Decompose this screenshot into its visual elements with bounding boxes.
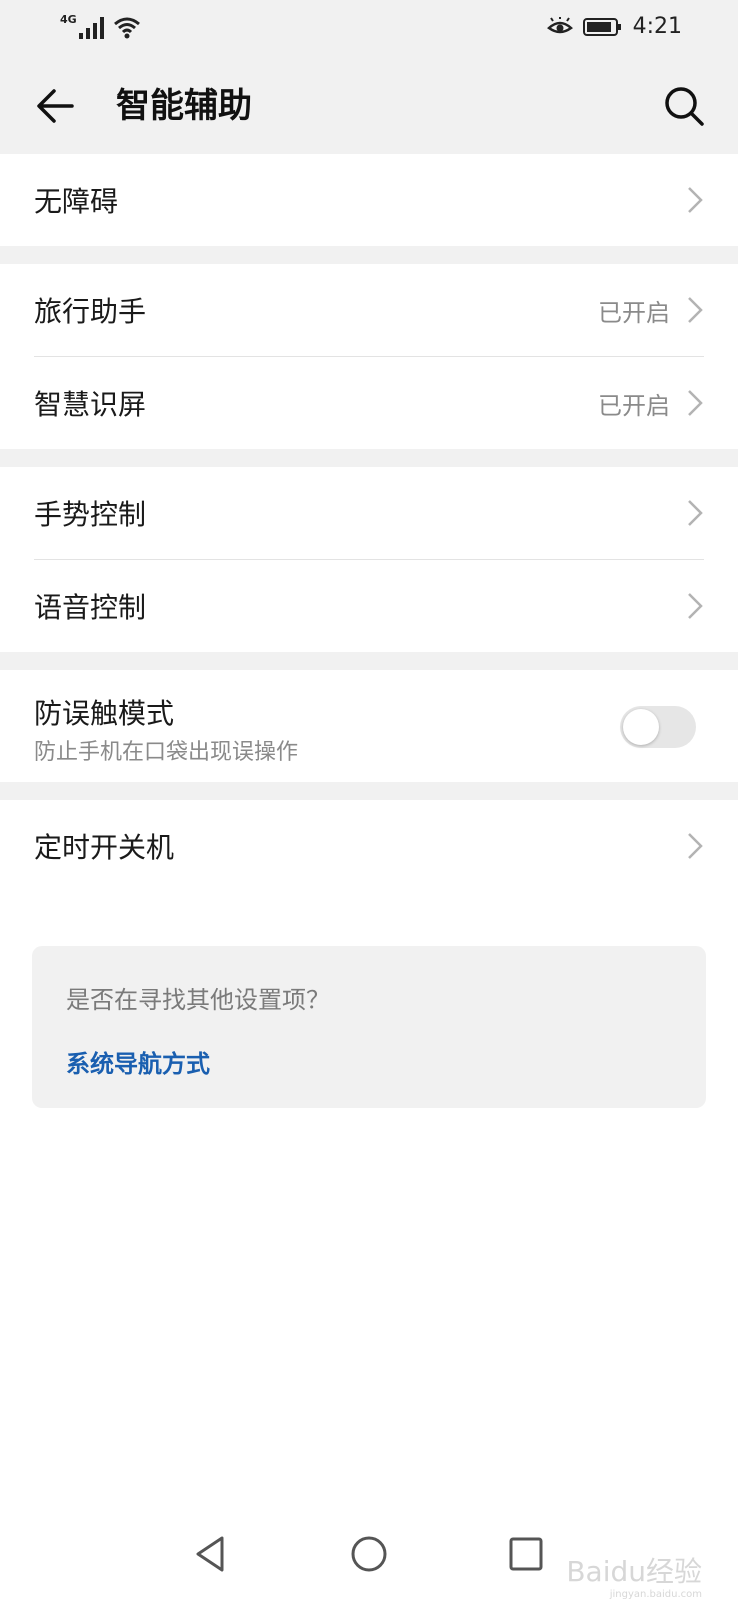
chevron-right-icon xyxy=(688,187,703,213)
group-controls: 手势控制 语音控制 xyxy=(0,467,738,652)
group-scheduled-power: 定时开关机 xyxy=(0,800,738,892)
watermark-text: Baidu经验 xyxy=(566,1555,702,1588)
app-bar: 智能辅助 xyxy=(0,56,738,154)
chevron-right-icon xyxy=(688,500,703,526)
status-bar: 4G 4:21 xyxy=(0,0,738,56)
row-label: 旅行助手 xyxy=(34,295,147,328)
row-label: 智慧识屏 xyxy=(34,388,147,421)
system-navigation-link[interactable]: 系统导航方式 xyxy=(66,1044,210,1079)
system-nav-bar: Baidu经验 jingyan.baidu.com xyxy=(0,1520,738,1600)
settings-list: 无障碍 旅行助手 已开启 智慧识屏 已开启 手势控制 语音控制 防误触模式 防止… xyxy=(0,154,738,892)
baidu-watermark: Baidu经验 jingyan.baidu.com xyxy=(566,1550,702,1600)
group-separator xyxy=(0,782,738,800)
row-gesture-control[interactable]: 手势控制 xyxy=(0,467,738,559)
watermark-subtext: jingyan.baidu.com xyxy=(609,1589,702,1600)
status-left: 4G xyxy=(60,14,141,39)
battery-icon xyxy=(582,17,621,36)
group-anti-mistouch: 防误触模式 防止手机在口袋出现误操作 xyxy=(0,670,738,782)
nav-recents-icon[interactable] xyxy=(502,1530,550,1578)
clock: 4:21 xyxy=(632,14,682,39)
anti-mistouch-toggle[interactable] xyxy=(620,706,696,748)
row-label: 防误触模式 xyxy=(34,697,175,730)
status-text: 已开启 xyxy=(598,298,670,327)
group-assistants: 旅行助手 已开启 智慧识屏 已开启 xyxy=(0,264,738,449)
status-text: 已开启 xyxy=(598,391,670,420)
suggestion-question: 是否在寻找其他设置项？ xyxy=(66,986,330,1014)
page-title: 智能辅助 xyxy=(116,86,252,126)
row-travel-assistant[interactable]: 旅行助手 已开启 xyxy=(0,264,738,356)
toggle-knob xyxy=(623,709,659,745)
chevron-right-icon xyxy=(688,593,703,619)
suggestion-card: 是否在寻找其他设置项？ 系统导航方式 xyxy=(32,946,706,1108)
row-voice-control[interactable]: 语音控制 xyxy=(0,560,738,652)
signal-icon xyxy=(78,17,104,39)
row-label: 定时开关机 xyxy=(34,831,175,864)
row-label: 无障碍 xyxy=(34,185,119,218)
row-accessibility[interactable]: 无障碍 xyxy=(0,154,738,246)
nav-home-icon[interactable] xyxy=(345,1530,393,1578)
row-scheduled-power[interactable]: 定时开关机 xyxy=(0,800,738,892)
chevron-right-icon xyxy=(688,833,703,859)
search-icon[interactable] xyxy=(660,82,708,130)
network-type: 4G xyxy=(60,13,77,26)
group-separator xyxy=(0,246,738,264)
wifi-icon xyxy=(113,17,140,39)
status-right: 4:21 xyxy=(546,14,682,39)
group-separator xyxy=(0,449,738,467)
row-description: 防止手机在口袋出现误操作 xyxy=(34,740,299,765)
back-arrow-icon[interactable] xyxy=(32,82,80,130)
nav-back-icon[interactable] xyxy=(188,1530,236,1578)
row-anti-mistouch: 防误触模式 防止手机在口袋出现误操作 xyxy=(0,670,738,782)
group-separator xyxy=(0,652,738,670)
eye-comfort-icon xyxy=(546,16,573,33)
chevron-right-icon xyxy=(688,297,703,323)
chevron-right-icon xyxy=(688,390,703,416)
group-accessibility: 无障碍 xyxy=(0,154,738,246)
row-smart-screen[interactable]: 智慧识屏 已开启 xyxy=(0,357,738,449)
row-label: 语音控制 xyxy=(34,591,147,624)
row-label: 手势控制 xyxy=(34,498,147,531)
